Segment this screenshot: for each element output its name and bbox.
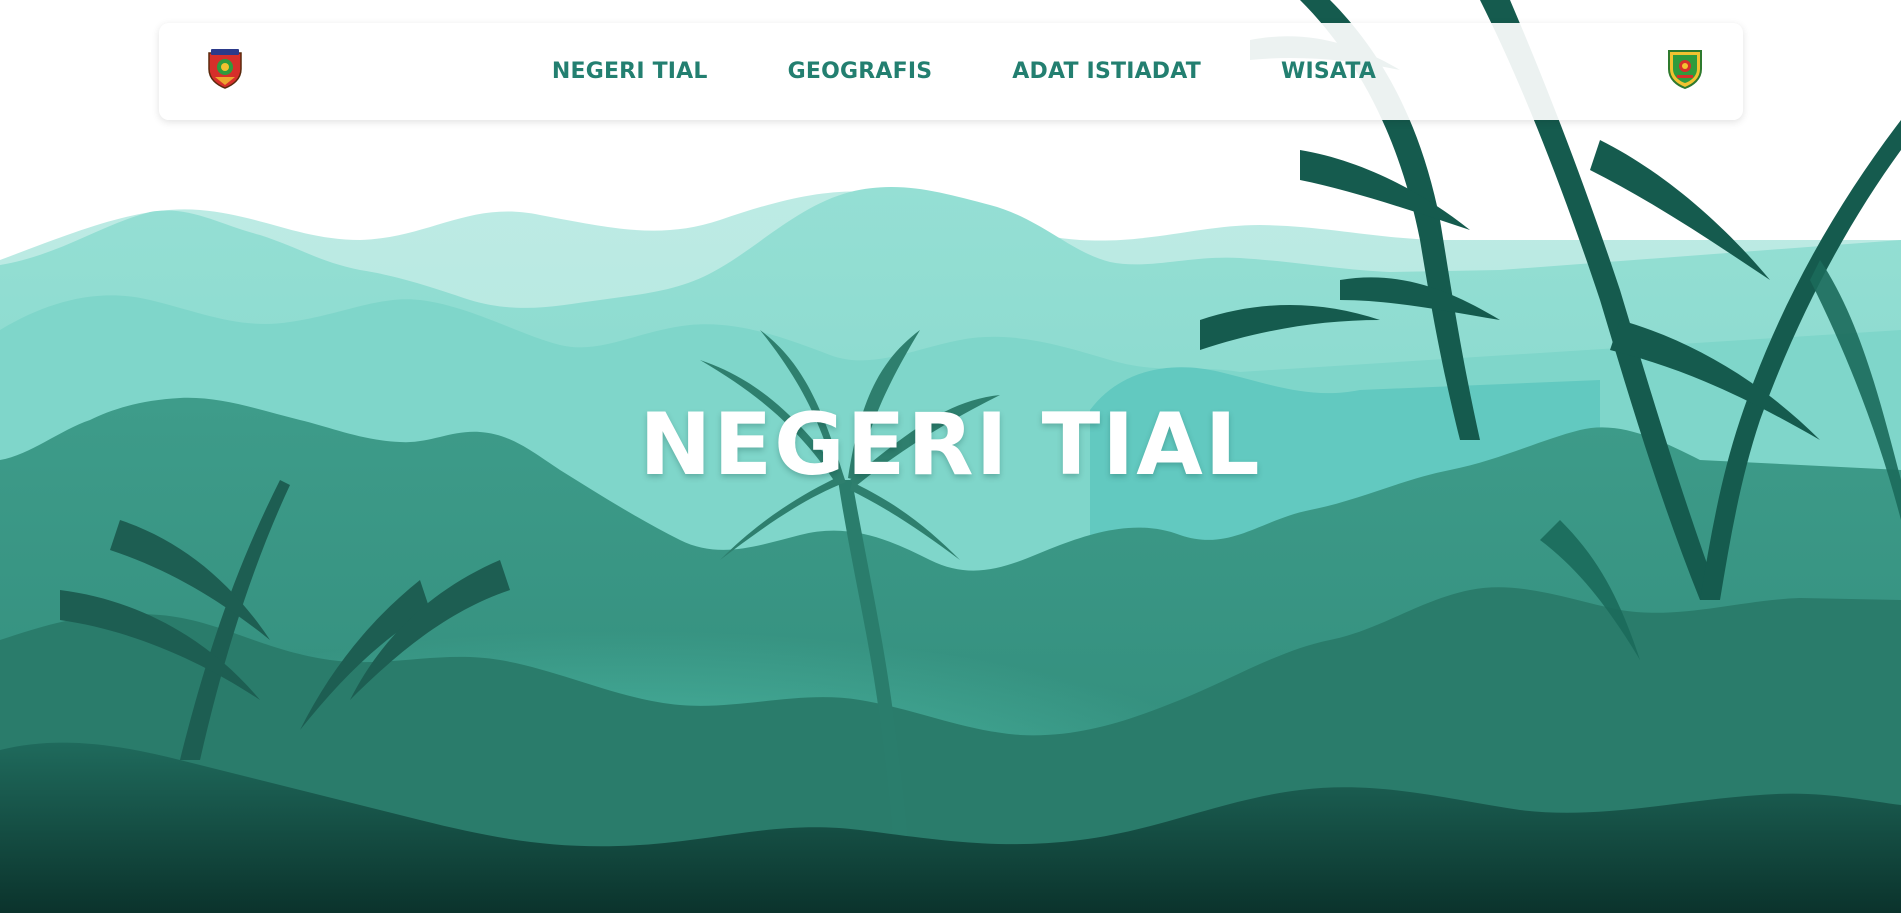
nav-link-wisata[interactable]: WISATA (1281, 59, 1376, 84)
nav-link-negeri-tial[interactable]: NEGERI TIAL (552, 59, 708, 84)
hero-title: NEGERI TIAL (639, 395, 1262, 495)
main-menu: NEGERI TIAL GEOGRAFIS ADAT ISTIADAT WISA… (159, 23, 1743, 120)
province-crest-icon[interactable] (1667, 47, 1703, 89)
top-navigation-bar: NEGERI TIAL GEOGRAFIS ADAT ISTIADAT WISA… (159, 23, 1743, 120)
nav-link-adat-istiadat[interactable]: ADAT ISTIADAT (1012, 59, 1201, 84)
nav-link-geografis[interactable]: GEOGRAFIS (788, 59, 933, 84)
hero-section: NEGERI TIAL GEOGRAFIS ADAT ISTIADAT WISA… (0, 0, 1901, 913)
